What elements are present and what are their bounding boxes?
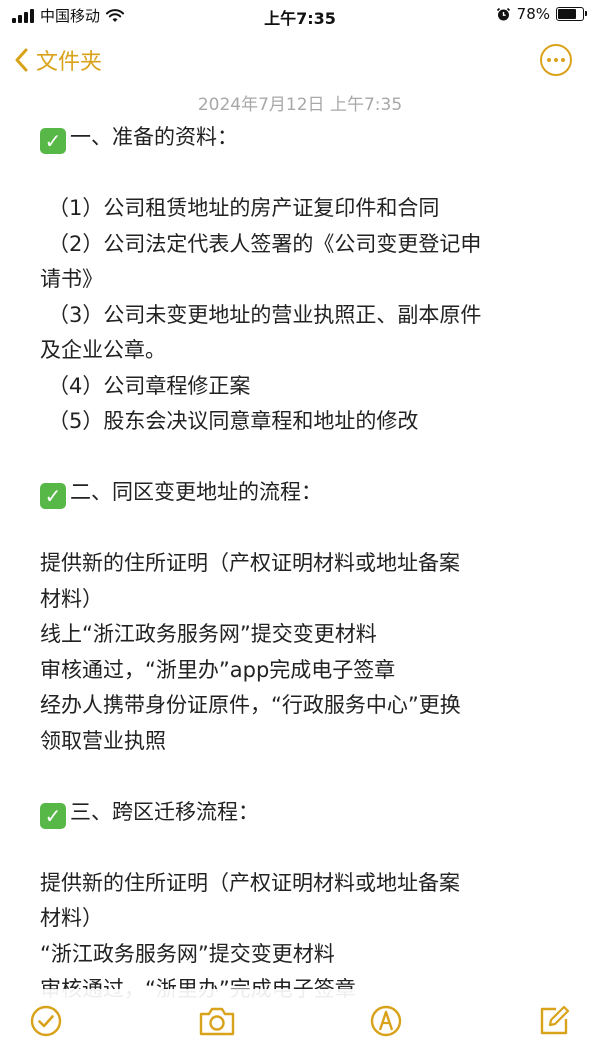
- ellipsis-dot: [554, 58, 558, 62]
- green-checkbox-icon: ✓: [40, 483, 66, 509]
- note-timestamp: 2024年7月12日 上午7:35: [197, 95, 403, 115]
- status-bar: 中国移动 上午7:35 78%: [0, 0, 600, 34]
- note-line: 提供新的住所证明（产权证明材料或地址备案: [40, 870, 460, 895]
- section-heading: ✓ 三、跨区迁移流程：: [0, 795, 600, 831]
- nav-bar: 文件夹: [0, 34, 600, 88]
- status-right: 78%: [496, 5, 587, 23]
- note-line: 材料）: [40, 586, 103, 611]
- note-line: “浙江政务服务网”提交变更材料: [40, 941, 335, 966]
- section-heading-text: 三、跨区迁移流程：: [70, 799, 259, 824]
- note-line: 及企业公章。: [40, 338, 166, 362]
- ellipsis-dot: [547, 58, 551, 62]
- green-checkbox-icon: ✓: [40, 802, 66, 829]
- section-heading: ✓ 一、准备的资料：: [0, 120, 600, 156]
- note-body[interactable]: 2024年7月12日 上午7:35 ✓ 一、准备的资料： （1）公司租赁地址的房产…: [0, 90, 600, 1000]
- note-line: （5）股东会决议同意章程和地址的修改: [48, 409, 419, 433]
- battery-fill: [558, 9, 576, 19]
- battery-percent: 78%: [516, 5, 550, 23]
- note-line: 审核通过，“浙里办”app完成电子签章: [40, 657, 396, 682]
- section-heading-text: 一、准备的资料：: [70, 125, 238, 149]
- battery-icon: [556, 7, 587, 21]
- camera-icon[interactable]: [197, 1003, 237, 1039]
- back-label: 文件夹: [36, 50, 103, 75]
- section-heading: ✓ 二、同区变更地址的流程：: [0, 475, 600, 511]
- back-to-folders-button[interactable]: 文件夹: [14, 44, 102, 76]
- note-line: 经办人携带身份证原件，“行政服务中心”更换: [40, 693, 461, 717]
- more-options-button[interactable]: [540, 44, 572, 76]
- note-line: 材料）: [40, 906, 103, 930]
- note-line: 请书》: [40, 267, 103, 291]
- note-line: （1）公司租赁地址的房产证复印件和合同: [48, 196, 440, 220]
- markup-pen-icon[interactable]: [368, 1003, 404, 1039]
- note-line: 提供新的住所证明（产权证明材料或地址备案: [40, 551, 460, 575]
- compose-icon[interactable]: [536, 1003, 572, 1039]
- note-line: （4）公司章程修正案: [48, 373, 251, 398]
- note-line: 领取营业执照: [40, 728, 166, 753]
- chevron-left-icon: [15, 48, 28, 72]
- green-checkbox-icon: ✓: [40, 128, 66, 154]
- note-line: （3）公司未变更地址的营业执照正、副本原件: [48, 302, 482, 327]
- alarm-clock-icon: [496, 7, 510, 20]
- note-line: 线上“浙江政务服务网”提交变更材料: [40, 622, 377, 646]
- section-heading-text: 二、同区变更地址的流程：: [70, 480, 322, 504]
- note-line: （2）公司法定代表人签署的《公司变更登记申: [48, 231, 482, 256]
- checklist-icon[interactable]: [28, 1003, 64, 1039]
- ellipsis-dot: [561, 58, 565, 62]
- bottom-toolbar: [0, 989, 600, 1051]
